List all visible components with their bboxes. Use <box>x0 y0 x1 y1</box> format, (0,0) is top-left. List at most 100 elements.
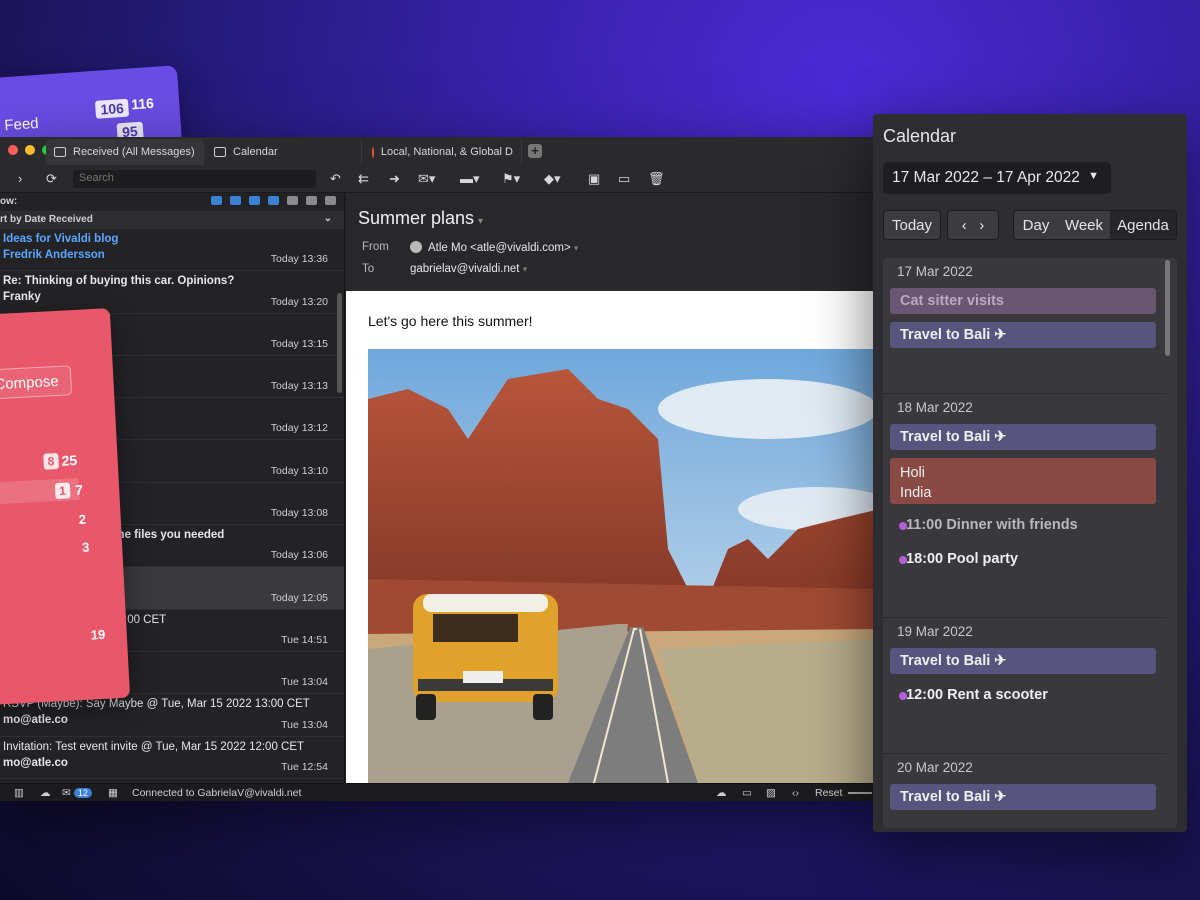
message-text: Let's go here this summer! <box>368 313 533 329</box>
view-switcher: Day Week Agenda <box>1013 210 1177 240</box>
forward-icon[interactable]: ➜ <box>389 171 400 187</box>
list-scrollbar[interactable] <box>337 293 342 393</box>
message-row[interactable]: Re: Thinking of buying this car. Opinion… <box>0 271 344 314</box>
refresh-icon[interactable]: ⟳ <box>46 171 57 187</box>
agenda-day-date: 19 Mar 2022 <box>897 624 973 639</box>
unread-count-badge: 12 <box>73 788 92 798</box>
folder-count: 3 <box>81 539 90 555</box>
new-tab-button[interactable]: + <box>528 144 542 158</box>
calendar-event[interactable]: Travel to Bali ✈ <box>890 322 1156 348</box>
window-icon[interactable]: ▭ <box>742 787 752 799</box>
tab-received[interactable]: Received (All Messages) <box>46 139 204 165</box>
event-label: 11:00 Dinner with friends <box>906 517 1078 533</box>
mail-status[interactable]: ✉ 12 <box>62 787 92 799</box>
cloud-sync-icon[interactable]: ☁ <box>40 787 51 799</box>
sort-label: rt by Date Received <box>0 214 93 225</box>
calendar-event[interactable]: Travel to Bali ✈ <box>890 424 1156 450</box>
message-date: Today 13:15 <box>270 337 328 350</box>
chevron-down-icon[interactable]: ⌄ <box>324 213 332 224</box>
tag-icon[interactable]: ◆▾ <box>544 171 561 187</box>
chevron-down-icon[interactable]: ▾ <box>574 243 579 253</box>
message-row[interactable]: Invitation: Test event invite @ Tue, Mar… <box>0 737 344 779</box>
sort-header[interactable]: rt by Date Received ⌄ <box>0 211 344 229</box>
search-box[interactable] <box>73 170 316 188</box>
folder-count: 19 <box>90 626 106 643</box>
agenda-scrollbar[interactable] <box>1165 260 1170 356</box>
image-icon[interactable]: ▨ <box>766 787 776 799</box>
agenda-day: 20 Mar 2022 Travel to Bali ✈ <box>883 754 1167 828</box>
close-window-button[interactable] <box>8 145 18 155</box>
chevron-left-icon[interactable]: ‹ <box>962 217 967 234</box>
view-week-button[interactable]: Week <box>1058 211 1110 239</box>
prev-next-buttons: ‹ › <box>947 210 999 240</box>
from-value[interactable]: Atle Mo <atle@vivaldi.com> ▾ <box>410 241 578 254</box>
message-subject: Summer plans ▾ <box>358 208 868 229</box>
message-date: Today 13:08 <box>270 507 328 520</box>
agenda-day-date: 20 Mar 2022 <box>897 760 973 775</box>
zoom-slider[interactable] <box>848 792 872 794</box>
chevron-right-icon[interactable]: › <box>979 217 984 234</box>
message-date: Today 13:20 <box>270 295 328 308</box>
mail-panel-overlay: Compose 8 25 1 7 2 3 19 <box>0 308 131 706</box>
date-range-select[interactable]: 17 Mar 2022 – 17 Apr 2022 ▼ <box>883 162 1111 194</box>
inbox-icon[interactable] <box>211 196 222 205</box>
trash-list-icon[interactable] <box>306 196 317 205</box>
code-icon[interactable]: ‹› <box>792 787 799 799</box>
feed-icon <box>372 146 374 158</box>
calendar-event[interactable]: 11:00 Dinner with friends <box>890 512 1156 538</box>
move-folder-icon[interactable]: ▬▾ <box>460 171 480 187</box>
calendar-panel: Calendar 17 Mar 2022 – 17 Apr 2022 ▼ Tod… <box>873 114 1187 832</box>
calendar-event[interactable]: Cat sitter visits <box>890 288 1156 314</box>
reply-all-icon[interactable]: ⇇ <box>358 171 369 187</box>
to-label: To <box>362 263 375 275</box>
message-header: Summer plans ▾ From Atle Mo <atle@vivaldi… <box>346 193 880 291</box>
unread-badge: 8 <box>43 452 59 470</box>
unread-badge: 1 <box>54 482 71 500</box>
reply-icon[interactable]: ↶ <box>330 171 341 187</box>
chevron-down-icon[interactable]: ▾ <box>523 264 528 274</box>
view-day-button[interactable]: Day <box>1014 211 1058 239</box>
compose-button[interactable]: Compose <box>0 365 73 400</box>
folder-icon[interactable] <box>230 196 241 205</box>
search-input[interactable] <box>79 172 310 184</box>
view-agenda-button[interactable]: Agenda <box>1110 211 1176 239</box>
tab-feed[interactable]: Local, National, & Global D <box>364 139 522 165</box>
calendar-status-icon[interactable]: ▦ <box>108 787 118 799</box>
event-label: Travel to Bali ✈ <box>900 429 1007 445</box>
mark-icon[interactable]: ✉▾ <box>418 171 435 187</box>
forward-nav-icon[interactable]: › <box>18 171 22 186</box>
message-row[interactable]: Ideas for Vivaldi blog Fredrik Andersson T… <box>0 229 344 272</box>
mail-toolbar: › ⟳ ↶ ⇇ ➜ ✉▾ ▬▾ ⚑▾ ◆▾ ▣ ▭ 🗑 <box>0 165 880 193</box>
calendar-event[interactable]: Holi India <box>890 458 1156 504</box>
today-button[interactable]: Today <box>883 210 941 240</box>
from-label: From <box>362 241 389 253</box>
trash-icon[interactable]: 🗑 <box>648 171 665 187</box>
mail-icon: ✉ <box>62 787 71 799</box>
to-value[interactable]: gabrielav@vivaldi.net ▾ <box>410 263 527 275</box>
sent-icon[interactable] <box>249 196 260 205</box>
calendar-event[interactable]: 18:00 Pool party <box>890 546 1156 572</box>
calendar-event[interactable]: Travel to Bali ✈ <box>890 648 1156 674</box>
event-label: Holi <box>900 465 925 481</box>
message-date: Tue 14:51 <box>281 633 328 646</box>
tab-calendar[interactable]: Calendar <box>206 139 362 165</box>
page-action-icon[interactable]: ☁ <box>716 787 727 799</box>
message-date: Today 13:36 <box>270 253 328 266</box>
panel-toggle-icon[interactable]: ▥ <box>14 787 24 799</box>
archive-list-icon[interactable] <box>325 196 336 205</box>
calendar-event[interactable]: Travel to Bali ✈ <box>890 784 1156 810</box>
minimize-window-button[interactable] <box>25 145 35 155</box>
agenda-day: 18 Mar 2022 Travel to Bali ✈ Holi India 11:0… <box>883 394 1167 618</box>
calendar-event[interactable]: 12:00 Rent a scooter <box>890 682 1156 708</box>
tab-label: Local, National, & Global D <box>380 146 513 158</box>
archive-box-icon[interactable]: ▭ <box>618 171 630 187</box>
feed-label[interactable]: Feed <box>4 115 39 134</box>
chevron-down-icon[interactable]: ▾ <box>478 216 483 227</box>
rss-icon[interactable] <box>268 196 279 205</box>
delete-icon[interactable] <box>287 196 298 205</box>
zoom-reset-button[interactable]: Reset <box>815 787 842 799</box>
archive-icon[interactable]: ▣ <box>588 171 600 187</box>
event-label: Cat sitter visits <box>900 293 1004 309</box>
tab-bar: Received (All Messages) Calendar Local, … <box>0 137 880 165</box>
flag-icon[interactable]: ⚑▾ <box>502 171 520 187</box>
